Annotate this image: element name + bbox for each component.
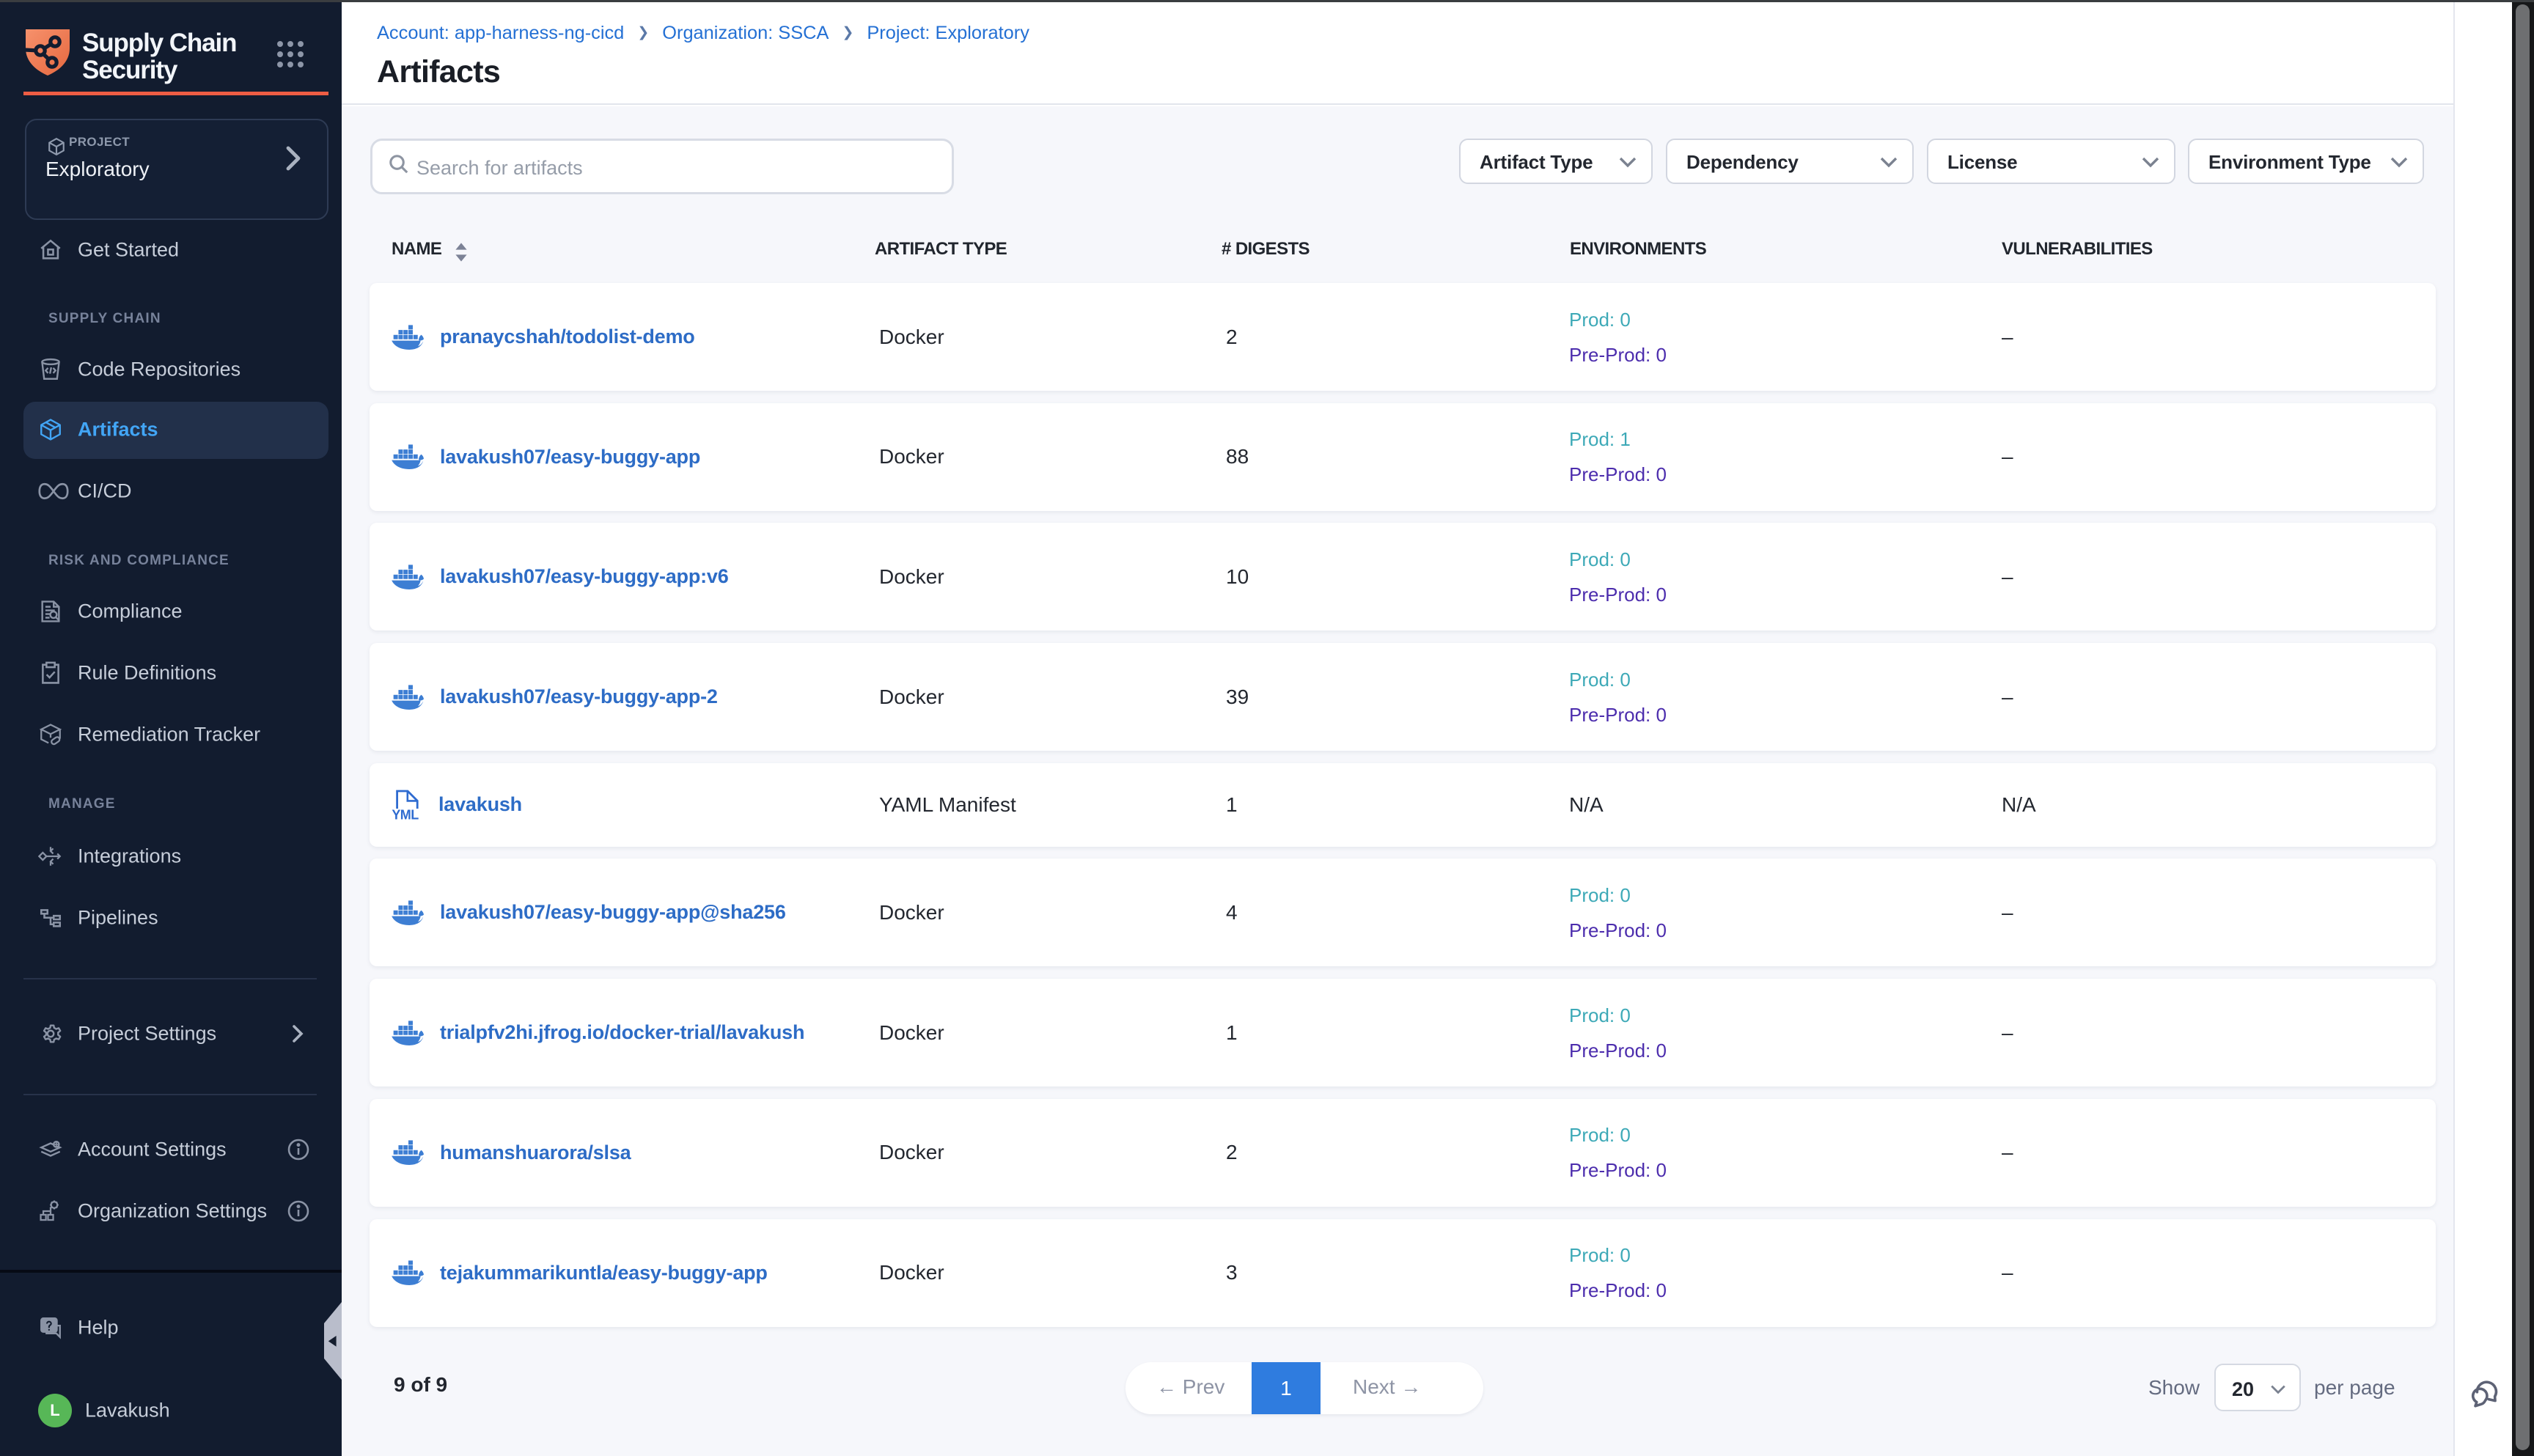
svg-text:YML: YML [392, 807, 419, 820]
